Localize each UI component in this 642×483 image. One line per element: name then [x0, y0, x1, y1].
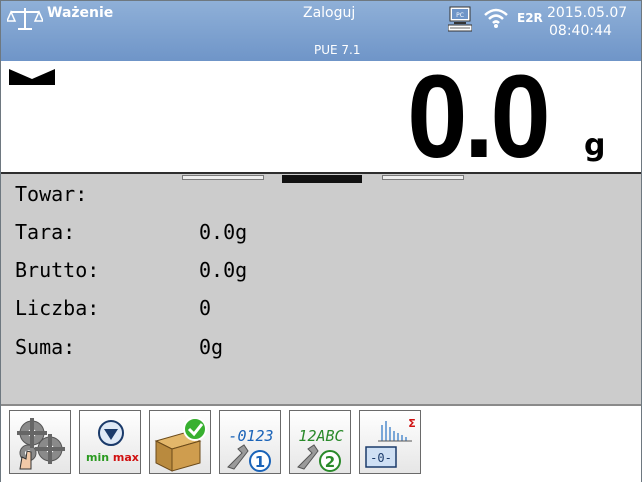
info-value: 0g: [199, 335, 224, 359]
pc-connection-icon: PC: [448, 6, 472, 32]
alphanumeric-input-button[interactable]: 12ABC 2: [289, 410, 351, 474]
info-value: 0: [199, 296, 212, 320]
weight-display: 0.0 g: [1, 57, 641, 177]
svg-text:PC: PC: [456, 12, 464, 19]
login-button[interactable]: Zaloguj: [303, 5, 355, 21]
settings-gears-icon: [17, 418, 65, 470]
info-value: 0.0g: [199, 258, 248, 282]
device-label: PUE 7.1: [314, 43, 361, 57]
screen: Ważenie Zaloguj PUE 7.1 PC E2R 2015.05.0…: [0, 0, 642, 483]
range-indicator-1: [182, 175, 264, 180]
info-value: 0.0g: [199, 220, 248, 244]
mode-label[interactable]: Ważenie: [47, 5, 113, 21]
info-label: Suma:: [15, 335, 76, 359]
product-database-button[interactable]: [149, 410, 211, 474]
product-database-icon: [154, 417, 207, 472]
time-label: 08:40:44: [549, 23, 612, 39]
info-label: Liczba:: [15, 296, 100, 320]
verification-badge: E2R: [517, 11, 543, 25]
info-label: Tara:: [15, 220, 76, 244]
range-indicator-2: [282, 175, 362, 183]
statistics-zero-icon: Σ -0-: [365, 417, 416, 468]
info-label: Towar:: [15, 182, 88, 206]
statistics-zero-button[interactable]: Σ -0-: [359, 410, 421, 474]
numeric-input-text: -0123: [228, 427, 273, 445]
weight-value: 0.0: [407, 51, 551, 183]
weight-unit: g: [584, 128, 606, 163]
info-label: Brutto:: [15, 258, 100, 282]
function-key-bar: min max -0123 1 12ABC 2 Σ -0-: [1, 404, 641, 483]
numeric-input-icon: -0123 1: [227, 427, 274, 472]
scale-icon[interactable]: [7, 6, 43, 32]
max-label: max: [112, 451, 139, 464]
min-max-labels: min max: [86, 451, 139, 464]
stability-marker-icon: [9, 69, 55, 85]
min-max-button[interactable]: min max: [79, 410, 141, 474]
range-indicator-3: [382, 175, 464, 180]
info-panel: Towar: Tara: 0.0g Brutto: 0.0g Liczba: 0…: [1, 174, 641, 404]
min-label: min: [86, 451, 110, 464]
settings-button[interactable]: [9, 410, 71, 474]
wifi-icon: [484, 8, 508, 28]
zero-box-label: -0-: [370, 451, 392, 465]
alphanumeric-input-badge: 2: [325, 453, 335, 471]
numeric-input-badge: 1: [255, 453, 265, 471]
date-label: 2015.05.07: [547, 5, 628, 21]
alphanumeric-input-icon: 12ABC 2: [297, 427, 344, 472]
statistics-symbol: Σ: [408, 417, 416, 430]
min-max-icon: [98, 420, 124, 446]
alphanumeric-input-text: 12ABC: [298, 427, 343, 445]
numeric-input-button[interactable]: -0123 1: [219, 410, 281, 474]
